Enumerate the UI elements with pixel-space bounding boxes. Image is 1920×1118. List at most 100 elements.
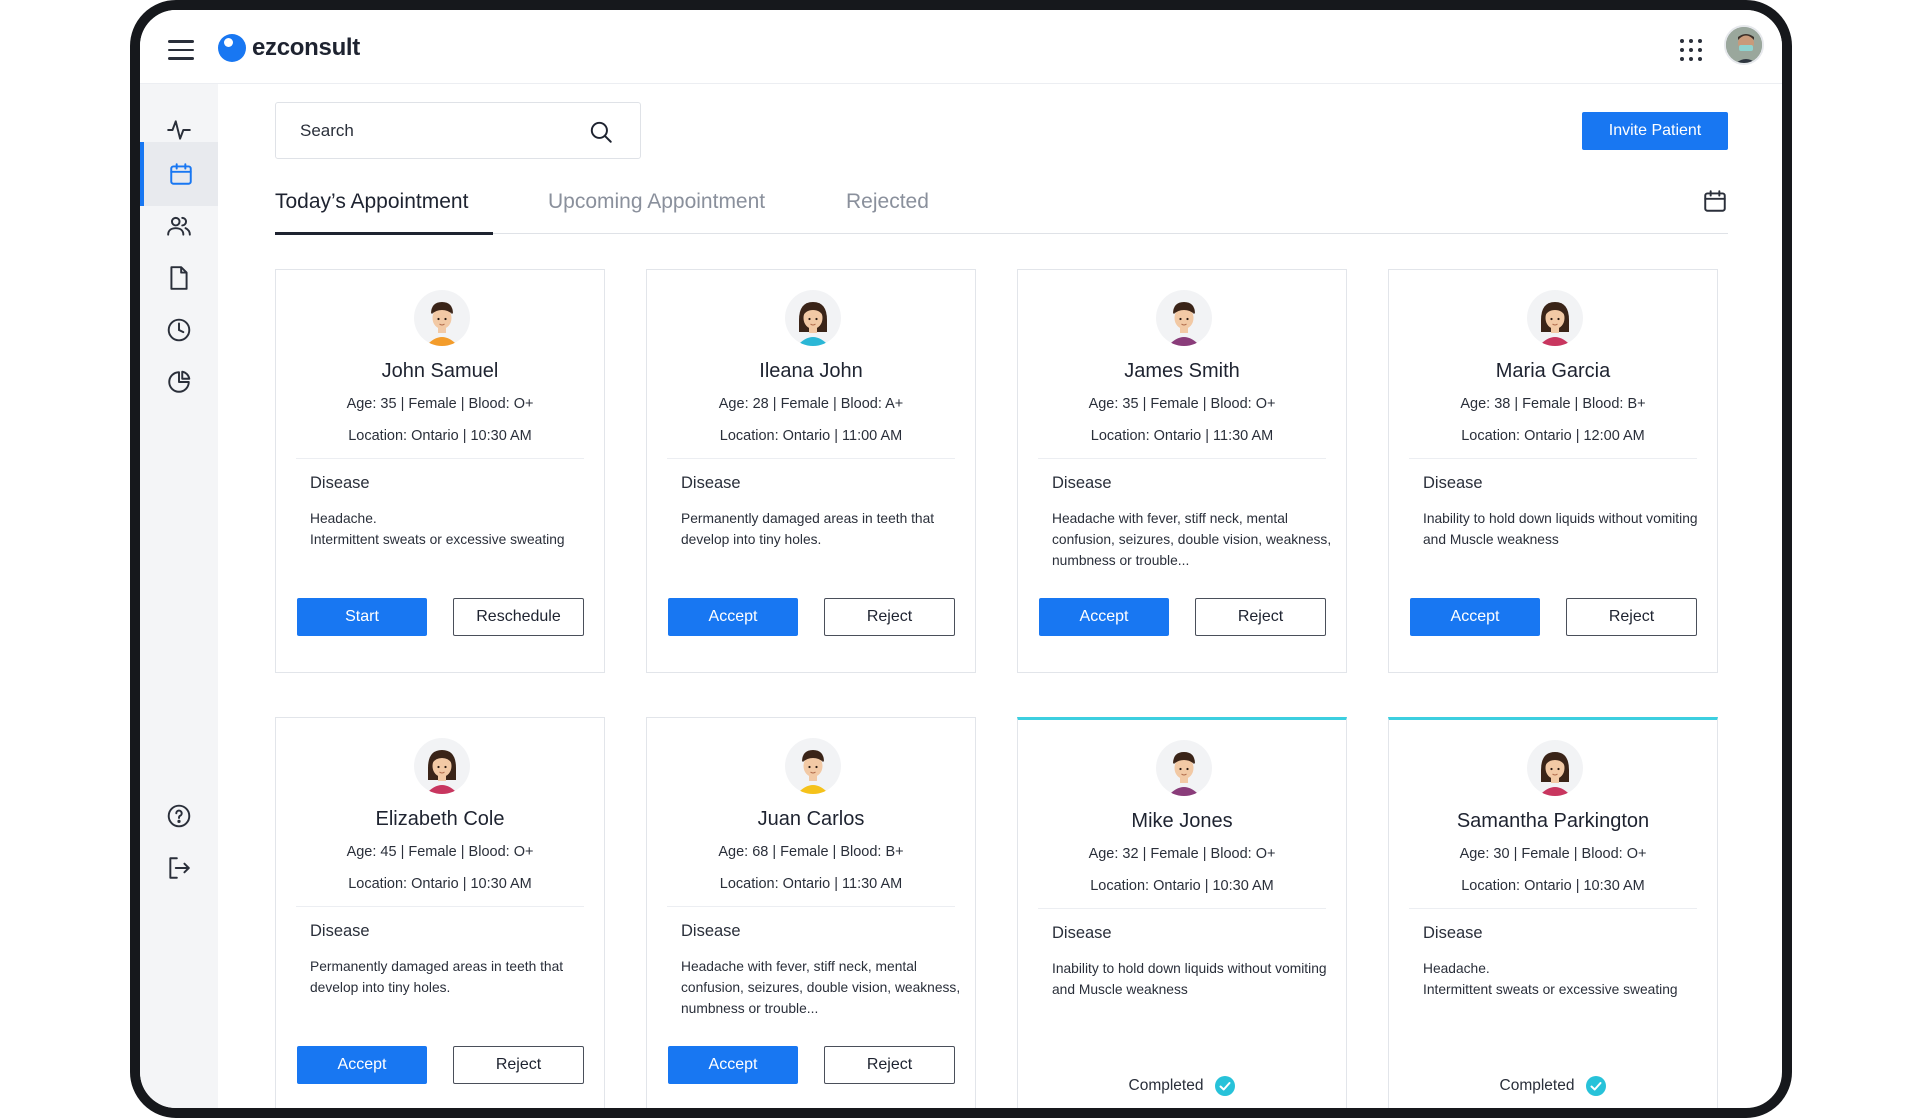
patient-name: James Smith <box>1124 360 1240 382</box>
disease-line: Intermittent sweats or excessive sweatin… <box>310 532 565 547</box>
pie-chart-icon <box>168 370 191 393</box>
patient-avatar <box>414 290 470 346</box>
apps-grid-icon[interactable] <box>1680 39 1702 61</box>
activity-icon <box>167 120 191 140</box>
user-avatar[interactable] <box>1724 25 1764 65</box>
reschedule-button[interactable]: Reschedule <box>453 598 584 636</box>
tab-upcoming[interactable]: Upcoming Appointment <box>548 190 765 214</box>
card-divider <box>1409 458 1697 459</box>
patient-name: John Samuel <box>381 360 499 382</box>
start-button[interactable]: Start <box>297 598 427 636</box>
appointment-card: Mike Jones Age: 32 | Female | Blood: O+ … <box>1017 717 1347 1108</box>
disease-description: Headache with fever, stiff neck, mental … <box>1052 508 1332 571</box>
hamburger-icon[interactable] <box>168 40 194 60</box>
patient-info: Age: 68 | Female | Blood: B+ <box>718 844 904 860</box>
patient-name: Maria Garcia <box>1495 360 1611 382</box>
accept-button[interactable]: Accept <box>1410 598 1540 636</box>
patient-location: Location: Ontario | 10:30 AM <box>1461 878 1645 894</box>
accept-button[interactable]: Accept <box>668 1046 798 1084</box>
appointment-tabs: Today’s Appointment Upcoming Appointment… <box>275 182 1728 235</box>
disease-label: Disease <box>681 474 741 492</box>
users-icon <box>167 216 191 236</box>
accept-button[interactable]: Accept <box>297 1046 427 1084</box>
active-tab-indicator <box>275 232 493 235</box>
patient-name: Ileana John <box>759 360 863 382</box>
logo[interactable]: ezconsult <box>218 34 360 62</box>
disease-label: Disease <box>1423 474 1483 492</box>
completed-status: Completed <box>1018 1076 1346 1096</box>
clock-icon <box>167 318 191 342</box>
card-divider <box>667 906 955 907</box>
patient-avatar <box>1156 290 1212 346</box>
patient-avatar <box>785 738 841 794</box>
calendar-filter-icon[interactable] <box>1702 188 1728 214</box>
disease-line: Inability to hold down liquids without v… <box>1423 511 1698 547</box>
patient-location: Location: Ontario | 11:00 AM <box>719 428 903 444</box>
disease-description: Permanently damaged areas in teeth that … <box>681 508 961 550</box>
patient-info: Age: 38 | Female | Blood: B+ <box>1460 396 1646 412</box>
disease-description: Headache. Intermittent sweats or excessiv… <box>1423 958 1703 1000</box>
disease-label: Disease <box>1423 924 1483 942</box>
reject-button[interactable]: Reject <box>824 1046 955 1084</box>
logout-icon <box>169 857 190 879</box>
patient-info: Age: 35 | Female | Blood: O+ <box>346 396 534 412</box>
patient-info: Age: 30 | Female | Blood: O+ <box>1459 846 1647 862</box>
accept-button[interactable]: Accept <box>1039 598 1169 636</box>
patient-info: Age: 35 | Female | Blood: O+ <box>1088 396 1276 412</box>
sidebar-item-reports[interactable] <box>140 350 218 414</box>
check-circle-icon <box>1586 1076 1607 1096</box>
appointment-card: Ileana John Age: 28 | Female | Blood: A+… <box>646 269 976 673</box>
patient-name: Samantha Parkington <box>1456 810 1650 832</box>
sidebar <box>140 84 218 1108</box>
disease-label: Disease <box>310 474 370 492</box>
completed-status: Completed <box>1389 1076 1717 1096</box>
card-divider <box>1409 908 1697 909</box>
disease-line: Headache. <box>310 511 377 526</box>
top-bar: ezconsult <box>140 10 1782 84</box>
disease-label: Disease <box>681 922 741 940</box>
tab-upcoming-label: Upcoming Appointment <box>548 190 766 213</box>
tab-today-label: Today’s Appointment <box>275 190 469 213</box>
patient-avatar <box>1527 290 1583 346</box>
check-circle-icon <box>1215 1076 1236 1096</box>
logo-text: ezconsult <box>252 34 360 61</box>
appointment-card: John Samuel Age: 35 | Female | Blood: O+… <box>275 269 605 673</box>
patient-info: Age: 32 | Female | Blood: O+ <box>1088 846 1276 862</box>
card-divider <box>667 458 955 459</box>
patient-location: Location: Ontario | 11:30 AM <box>1090 428 1274 444</box>
disease-description: Inability to hold down liquids without v… <box>1052 958 1332 1000</box>
patient-location: Location: Ontario | 11:30 AM <box>719 876 903 892</box>
search-input[interactable]: Search <box>275 102 641 159</box>
tab-rejected[interactable]: Rejected <box>846 190 929 214</box>
main-content: Search Invite Patient Today’s Appointmen… <box>218 84 1782 1108</box>
disease-line: Inability to hold down liquids without v… <box>1052 961 1327 997</box>
disease-line: Permanently damaged areas in teeth that … <box>681 511 935 547</box>
calendar-icon <box>170 163 192 185</box>
search-icon[interactable] <box>588 119 614 145</box>
patient-info: Age: 28 | Female | Blood: A+ <box>718 396 904 412</box>
patient-location: Location: Ontario | 10:30 AM <box>1090 878 1274 894</box>
patient-location: Location: Ontario | 10:30 AM <box>348 876 532 892</box>
reject-button[interactable]: Reject <box>1195 598 1326 636</box>
accept-button[interactable]: Accept <box>668 598 798 636</box>
document-icon <box>170 266 188 290</box>
tab-today[interactable]: Today’s Appointment <box>275 190 468 214</box>
appointment-card: James Smith Age: 35 | Female | Blood: O+… <box>1017 269 1347 673</box>
disease-line: Permanently damaged areas in teeth that … <box>310 959 564 995</box>
disease-description: Inability to hold down liquids without v… <box>1423 508 1703 550</box>
disease-line: Headache with fever, stiff neck, mental … <box>681 959 961 1016</box>
help-icon <box>167 804 191 828</box>
invite-patient-button[interactable]: Invite Patient <box>1582 112 1728 150</box>
disease-line: Intermittent sweats or excessive sweatin… <box>1423 982 1678 997</box>
patient-avatar <box>785 290 841 346</box>
tab-rejected-label: Rejected <box>846 190 929 213</box>
reject-button[interactable]: Reject <box>453 1046 584 1084</box>
reject-button[interactable]: Reject <box>1566 598 1697 636</box>
sidebar-item-logout[interactable] <box>140 836 218 900</box>
appointment-card: Juan Carlos Age: 68 | Female | Blood: B+… <box>646 717 976 1108</box>
patient-info: Age: 45 | Female | Blood: O+ <box>346 844 534 860</box>
patient-name: Elizabeth Cole <box>375 808 505 830</box>
card-divider <box>1038 458 1326 459</box>
reject-button[interactable]: Reject <box>824 598 955 636</box>
patient-name: Juan Carlos <box>757 808 865 830</box>
